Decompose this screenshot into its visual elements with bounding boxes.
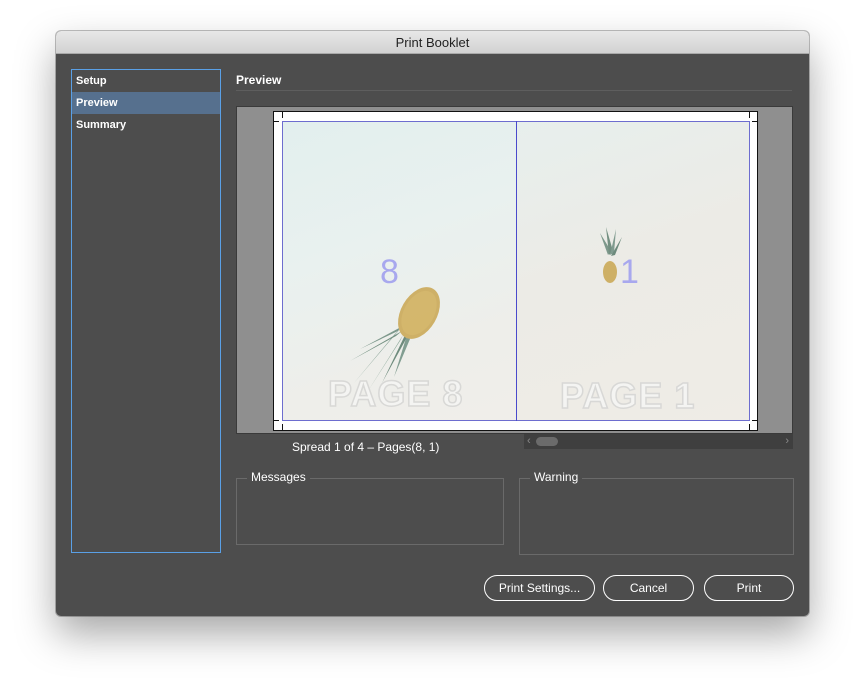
warning-title: Warning bbox=[530, 470, 583, 484]
window-title: Print Booklet bbox=[56, 31, 809, 54]
page-label-left: PAGE 8 bbox=[327, 372, 464, 415]
right-page: 1 PAGE 1 bbox=[516, 121, 750, 421]
page-label-right: PAGE 1 bbox=[559, 374, 696, 417]
sidebar-item-preview[interactable]: Preview bbox=[72, 92, 220, 114]
section-divider bbox=[236, 90, 792, 91]
messages-title: Messages bbox=[247, 470, 310, 484]
preview-horizontal-scrollbar[interactable]: ‹ › bbox=[524, 434, 793, 449]
spread-info: Spread 1 of 4 – Pages(8, 1) bbox=[292, 440, 440, 454]
spread-spine bbox=[516, 121, 517, 421]
sidebar-item-setup[interactable]: Setup bbox=[72, 70, 220, 92]
page-number-left: 8 bbox=[380, 253, 399, 291]
chevron-left-icon[interactable]: ‹ bbox=[527, 434, 531, 449]
print-booklet-dialog: Print Booklet Setup Preview Summary Prev… bbox=[56, 31, 809, 616]
sidebar: Setup Preview Summary bbox=[71, 69, 221, 553]
print-button[interactable]: Print bbox=[704, 575, 794, 601]
messages-group: Messages bbox=[236, 470, 504, 545]
warning-group: Warning bbox=[519, 470, 794, 555]
left-page: 8 PAGE 8 bbox=[282, 121, 516, 421]
page-number-right: 1 bbox=[620, 253, 639, 291]
preview-area: 8 PAGE 8 1 PAGE 1 bbox=[236, 106, 793, 434]
print-settings-button[interactable]: Print Settings... bbox=[484, 575, 595, 601]
chevron-right-icon[interactable]: › bbox=[785, 434, 789, 449]
section-title: Preview bbox=[236, 73, 282, 87]
spread-sheet: 8 PAGE 8 1 PAGE 1 bbox=[273, 111, 758, 431]
cancel-button[interactable]: Cancel bbox=[603, 575, 694, 601]
scroll-thumb[interactable] bbox=[536, 437, 558, 446]
sidebar-item-summary[interactable]: Summary bbox=[72, 114, 220, 136]
